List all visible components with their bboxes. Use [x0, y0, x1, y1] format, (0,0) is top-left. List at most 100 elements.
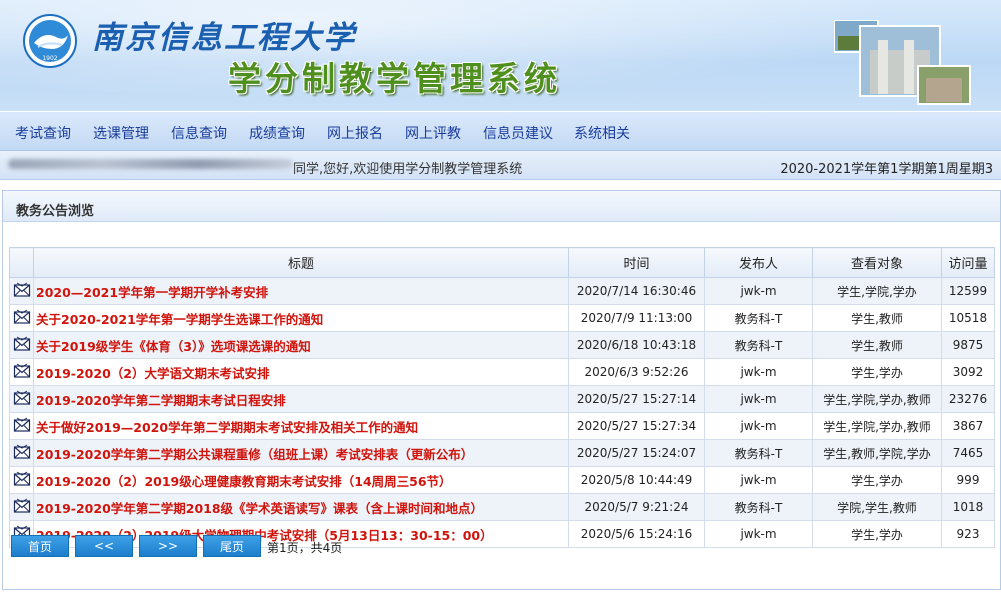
announcement-visits: 9875	[941, 331, 995, 359]
announcement-title-link[interactable]: 关于2020-2021学年第一学期学生选课工作的通知	[33, 304, 569, 332]
column-header-time: 时间	[568, 247, 705, 278]
table-row: 关于2020-2021学年第一学期学生选课工作的通知 2020/7/9 11:13…	[9, 304, 995, 332]
column-header-icon	[9, 247, 34, 278]
announcement-audience: 学生,学办	[812, 520, 942, 548]
nav-exam-query[interactable]: 考试查询	[15, 123, 71, 143]
nav-feedback[interactable]: 信息员建议	[483, 123, 553, 143]
envelope-icon	[9, 331, 34, 359]
announcement-title-link[interactable]: 2019-2020学年第二学期2018级《学术英语读写》课表（含上课时间和地点）	[33, 493, 569, 521]
announcement-publisher: jwk-m	[704, 358, 813, 386]
campus-photos-icon	[834, 20, 971, 105]
announcement-time: 2020/5/27 15:27:14	[568, 385, 705, 413]
welcome-bar: 同学,您好,欢迎使用学分制教学管理系统 2020-2021学年第1学期第1周星期…	[0, 151, 1001, 180]
nav-teaching-evaluation[interactable]: 网上评教	[405, 123, 461, 143]
last-page-button[interactable]: 尾页	[203, 535, 261, 557]
announcement-time: 2020/5/8 10:44:49	[568, 466, 705, 494]
table-row: 2019-2020学年第二学期期末考试日程安排 2020/5/27 15:27:1…	[9, 385, 995, 413]
page-info: 第1页，共4页	[267, 541, 343, 555]
announcement-visits: 3867	[941, 412, 995, 440]
redacted-student-name	[8, 159, 293, 169]
envelope-icon	[9, 304, 34, 332]
announcement-title-link[interactable]: 2019-2020（2）大学语文期末考试安排	[33, 358, 569, 386]
table-row: 2019-2020（2）大学语文期末考试安排 2020/6/3 9:52:26 jw…	[9, 358, 995, 386]
next-page-button[interactable]: >>	[139, 535, 197, 557]
nav-info-query[interactable]: 信息查询	[171, 123, 227, 143]
announcement-audience: 学生,学办	[812, 358, 942, 386]
announcement-visits: 1018	[941, 493, 995, 521]
first-page-button[interactable]: 首页	[11, 535, 69, 557]
announcement-audience: 学生,教师	[812, 304, 942, 332]
table-row: 2020—2021学年第一学期开学补考安排 2020/7/14 16:30:46 j…	[9, 277, 995, 305]
announcement-audience: 学生,学院,学办,教师	[812, 385, 942, 413]
envelope-icon	[9, 412, 34, 440]
main-nav: 考试查询 选课管理 信息查询 成绩查询 网上报名 网上评教 信息员建议 系统相关	[0, 112, 1001, 151]
announcement-visits: 7465	[941, 439, 995, 467]
announcement-title-link[interactable]: 关于做好2019—2020学年第二学期期末考试安排及相关工作的通知	[33, 412, 569, 440]
announcement-visits: 3092	[941, 358, 995, 386]
nav-online-registration[interactable]: 网上报名	[327, 123, 383, 143]
announcement-publisher: jwk-m	[704, 277, 813, 305]
column-header-audience: 查看对象	[812, 247, 942, 278]
envelope-icon	[9, 358, 34, 386]
announcement-title-link[interactable]: 2019-2020学年第二学期公共课程重修（组班上课）考试安排表（更新公布）	[33, 439, 569, 467]
announcement-visits: 10518	[941, 304, 995, 332]
announcement-time: 2020/6/3 9:52:26	[568, 358, 705, 386]
announcement-publisher: jwk-m	[704, 385, 813, 413]
announcement-time: 2020/5/7 9:21:24	[568, 493, 705, 521]
university-name: 南京信息工程大学	[92, 20, 356, 56]
panel-header: 教务公告浏览	[3, 191, 1000, 222]
announcement-visits: 923	[941, 520, 995, 548]
table-header-row: 标题 时间 发布人 查看对象 访问量	[9, 247, 995, 278]
envelope-icon	[9, 439, 34, 467]
announcement-table: 标题 时间 发布人 查看对象 访问量 2020—2021学年第一学期开学补考安排…	[9, 247, 995, 548]
announcement-time: 2020/5/27 15:24:07	[568, 439, 705, 467]
announcement-publisher: 教务科-T	[704, 304, 813, 332]
announcement-visits: 12599	[941, 277, 995, 305]
table-row: 关于做好2019—2020学年第二学期期末考试安排及相关工作的通知 2020/5/…	[9, 412, 995, 440]
envelope-icon	[9, 277, 34, 305]
column-header-publisher: 发布人	[704, 247, 813, 278]
announcement-audience: 学生,学办	[812, 466, 942, 494]
announcement-audience: 学生,学院,学办	[812, 277, 942, 305]
envelope-icon	[9, 385, 34, 413]
announcement-title-link[interactable]: 2019-2020学年第二学期期末考试日程安排	[33, 385, 569, 413]
announcement-audience: 学院,学生,教师	[812, 493, 942, 521]
panel-title: 教务公告浏览	[16, 204, 95, 219]
system-name: 学分制教学管理系统	[228, 59, 561, 98]
nav-grade-query[interactable]: 成绩查询	[249, 123, 305, 143]
announcement-audience: 学生,教师,学院,学办	[812, 439, 942, 467]
logo-year: 1902	[42, 55, 57, 62]
table-row: 2019-2020（2）2019级心理健康教育期末考试安排（14周周三56节） 2…	[9, 466, 995, 494]
announcement-title-link[interactable]: 2019-2020（2）2019级心理健康教育期末考试安排（14周周三56节）	[33, 466, 569, 494]
announcement-audience: 学生,教师	[812, 331, 942, 359]
announcement-title-link[interactable]: 关于2019级学生《体育（3）》选项课选课的通知	[33, 331, 569, 359]
announcement-title-link[interactable]: 2020—2021学年第一学期开学补考安排	[33, 277, 569, 305]
announcement-time: 2020/5/27 15:27:34	[568, 412, 705, 440]
envelope-icon	[9, 493, 34, 521]
announcement-publisher: 教务科-T	[704, 331, 813, 359]
announcement-time: 2020/7/14 16:30:46	[568, 277, 705, 305]
announcement-publisher: jwk-m	[704, 520, 813, 548]
announcement-visits: 999	[941, 466, 995, 494]
announcement-audience: 学生,学院,学办,教师	[812, 412, 942, 440]
welcome-message: 同学,您好,欢迎使用学分制教学管理系统	[293, 162, 523, 177]
announcement-publisher: 教务科-T	[704, 439, 813, 467]
prev-page-button[interactable]: <<	[75, 535, 133, 557]
announcement-time: 2020/5/6 15:24:16	[568, 520, 705, 548]
announcement-time: 2020/6/18 10:43:18	[568, 331, 705, 359]
announcement-publisher: jwk-m	[704, 466, 813, 494]
announcement-visits: 23276	[941, 385, 995, 413]
envelope-icon	[9, 466, 34, 494]
table-row: 2019-2020学年第二学期公共课程重修（组班上课）考试安排表（更新公布） 20…	[9, 439, 995, 467]
announcement-publisher: jwk-m	[704, 412, 813, 440]
current-term: 2020-2021学年第1学期第1周星期3	[780, 162, 993, 177]
announcement-panel: 教务公告浏览 标题 时间 发布人 查看对象 访问量 2020—2021学年第一学…	[2, 190, 1001, 590]
table-row: 2019-2020学年第二学期2018级《学术英语读写》课表（含上课时间和地点）…	[9, 493, 995, 521]
announcement-time: 2020/7/9 11:13:00	[568, 304, 705, 332]
header-banner: 1902 南京信息工程大学 学分制教学管理系统	[0, 0, 1001, 111]
university-logo-icon: 1902	[23, 14, 77, 68]
nav-system[interactable]: 系统相关	[574, 123, 630, 143]
column-header-title: 标题	[33, 247, 569, 278]
nav-course-selection[interactable]: 选课管理	[93, 123, 149, 143]
table-row: 关于2019级学生《体育（3）》选项课选课的通知 2020/6/18 10:43:…	[9, 331, 995, 359]
